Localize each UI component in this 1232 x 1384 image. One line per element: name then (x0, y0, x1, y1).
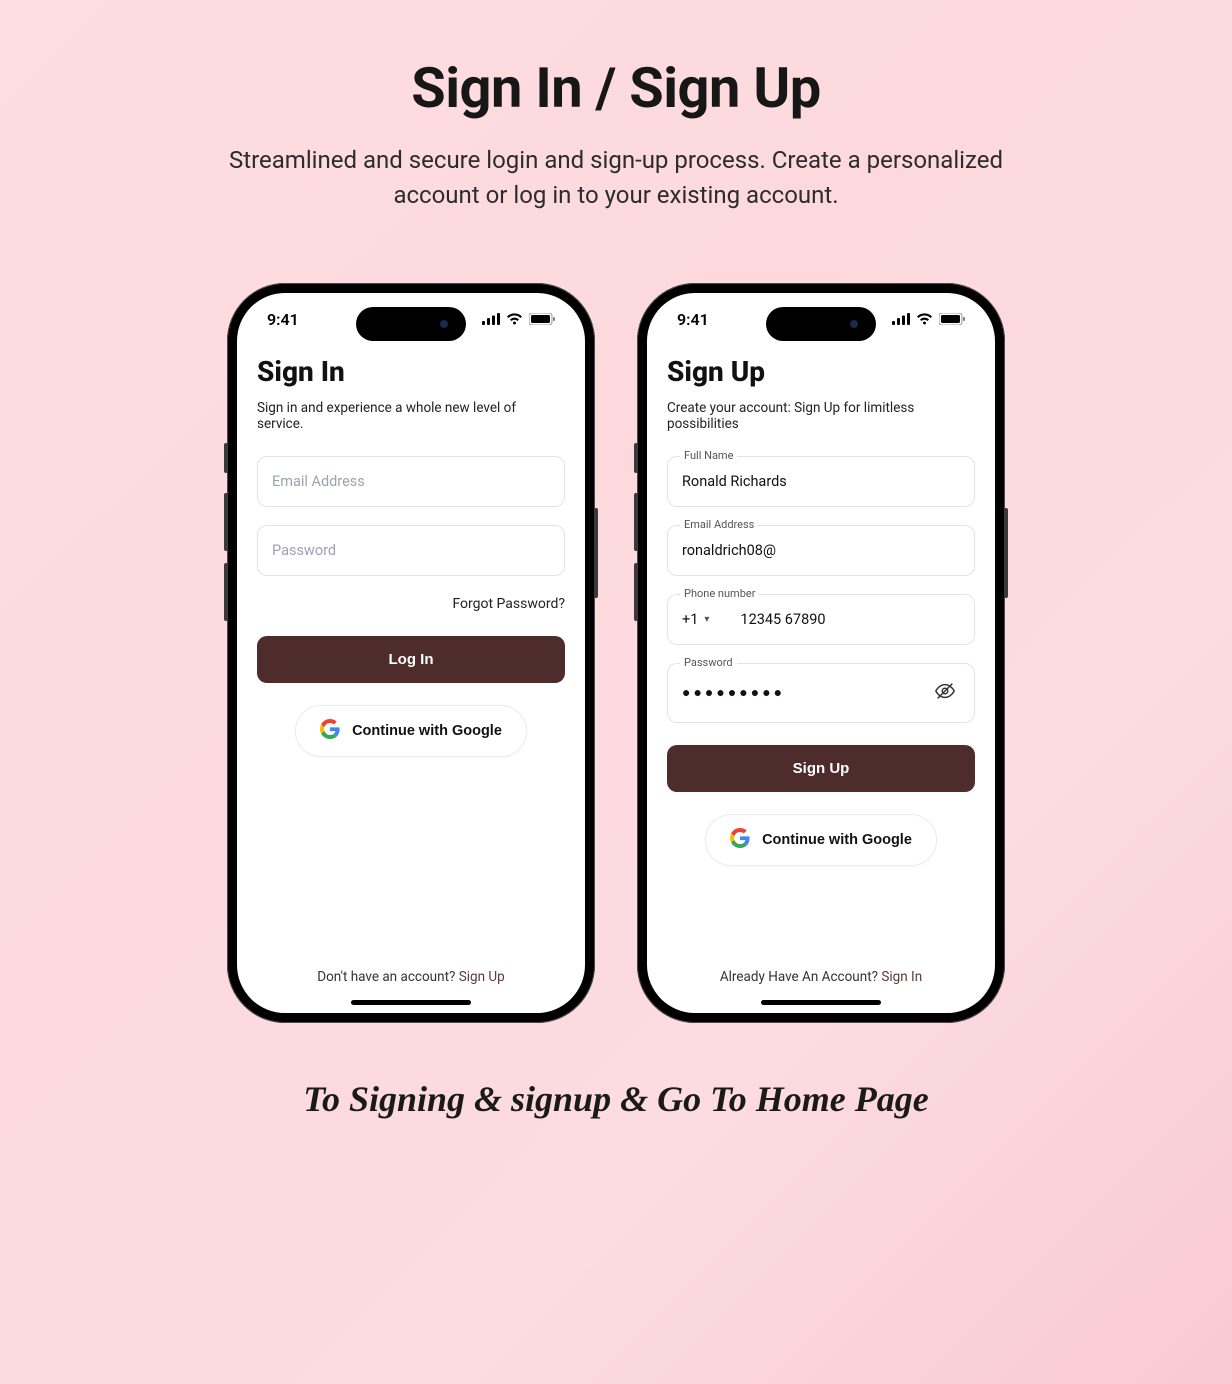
password-value: ●●●●●●●●● (682, 684, 934, 701)
page-subtitle: Streamlined and secure login and sign-up… (226, 143, 1006, 213)
eye-off-icon[interactable] (934, 680, 960, 706)
login-button[interactable]: Log In (257, 636, 565, 683)
battery-icon (939, 310, 965, 329)
signup-subtitle: Create your account: Sign Up for limitle… (667, 400, 975, 432)
fullname-value: Ronald Richards (668, 457, 974, 506)
password-field[interactable]: Password (257, 525, 565, 576)
phone-label: Phone number (680, 587, 759, 600)
status-time: 9:41 (267, 310, 299, 329)
footer-text: Don't have an account? (317, 969, 458, 985)
page-header: Sign In / Sign Up Streamlined and secure… (0, 0, 1232, 213)
google-icon (730, 828, 750, 852)
email-placeholder: Email Address (258, 457, 564, 506)
signup-button[interactable]: Sign Up (667, 745, 975, 792)
phone-signin: 9:41 Sign In Sign in and experience a wh… (227, 283, 595, 1023)
country-code-value: +1 (682, 611, 698, 628)
password-placeholder: Password (258, 526, 564, 575)
email-field[interactable]: Email Address (257, 456, 565, 507)
wifi-icon (916, 310, 933, 329)
dynamic-island (766, 307, 876, 341)
signin-subtitle: Sign in and experience a whole new level… (257, 400, 565, 432)
wifi-icon (506, 310, 523, 329)
google-signin-button[interactable]: Continue with Google (295, 705, 527, 757)
fullname-label: Full Name (680, 449, 737, 462)
page-title: Sign In / Sign Up (0, 55, 1232, 121)
home-indicator (351, 1000, 471, 1005)
signin-title: Sign In (257, 355, 565, 388)
chevron-down-icon: ▾ (704, 614, 709, 625)
page-caption: To Signing & signup & Go To Home Page (0, 1078, 1232, 1120)
signal-icon (892, 310, 910, 329)
phone-field[interactable]: Phone number +1 ▾ 12345 67890 (667, 594, 975, 645)
signup-link[interactable]: Sign Up (459, 969, 505, 985)
google-button-label: Continue with Google (762, 832, 912, 848)
password-field[interactable]: Password ●●●●●●●●● (667, 663, 975, 723)
home-indicator (761, 1000, 881, 1005)
fullname-field[interactable]: Full Name Ronald Richards (667, 456, 975, 507)
email-value: ronaldrich08@ (668, 526, 974, 575)
password-label: Password (680, 656, 737, 669)
forgot-password-link[interactable]: Forgot Password? (257, 596, 565, 612)
google-signup-button[interactable]: Continue with Google (705, 814, 937, 866)
dynamic-island (356, 307, 466, 341)
email-field[interactable]: Email Address ronaldrich08@ (667, 525, 975, 576)
google-icon (320, 719, 340, 743)
country-code-select[interactable]: +1 ▾ (668, 595, 720, 644)
phone-value: 12345 67890 (720, 595, 839, 644)
footer-text: Already Have An Account? (720, 969, 882, 985)
email-label: Email Address (680, 518, 758, 531)
battery-icon (529, 310, 555, 329)
signin-footer: Don't have an account? Sign Up (257, 969, 565, 1013)
signal-icon (482, 310, 500, 329)
signin-link[interactable]: Sign In (881, 969, 922, 985)
status-time: 9:41 (677, 310, 709, 329)
google-button-label: Continue with Google (352, 723, 502, 739)
phone-signup: 9:41 Sign Up Create your account: Sign U… (637, 283, 1005, 1023)
phone-row: 9:41 Sign In Sign in and experience a wh… (0, 283, 1232, 1023)
signup-footer: Already Have An Account? Sign In (667, 969, 975, 1013)
signup-title: Sign Up (667, 355, 975, 388)
